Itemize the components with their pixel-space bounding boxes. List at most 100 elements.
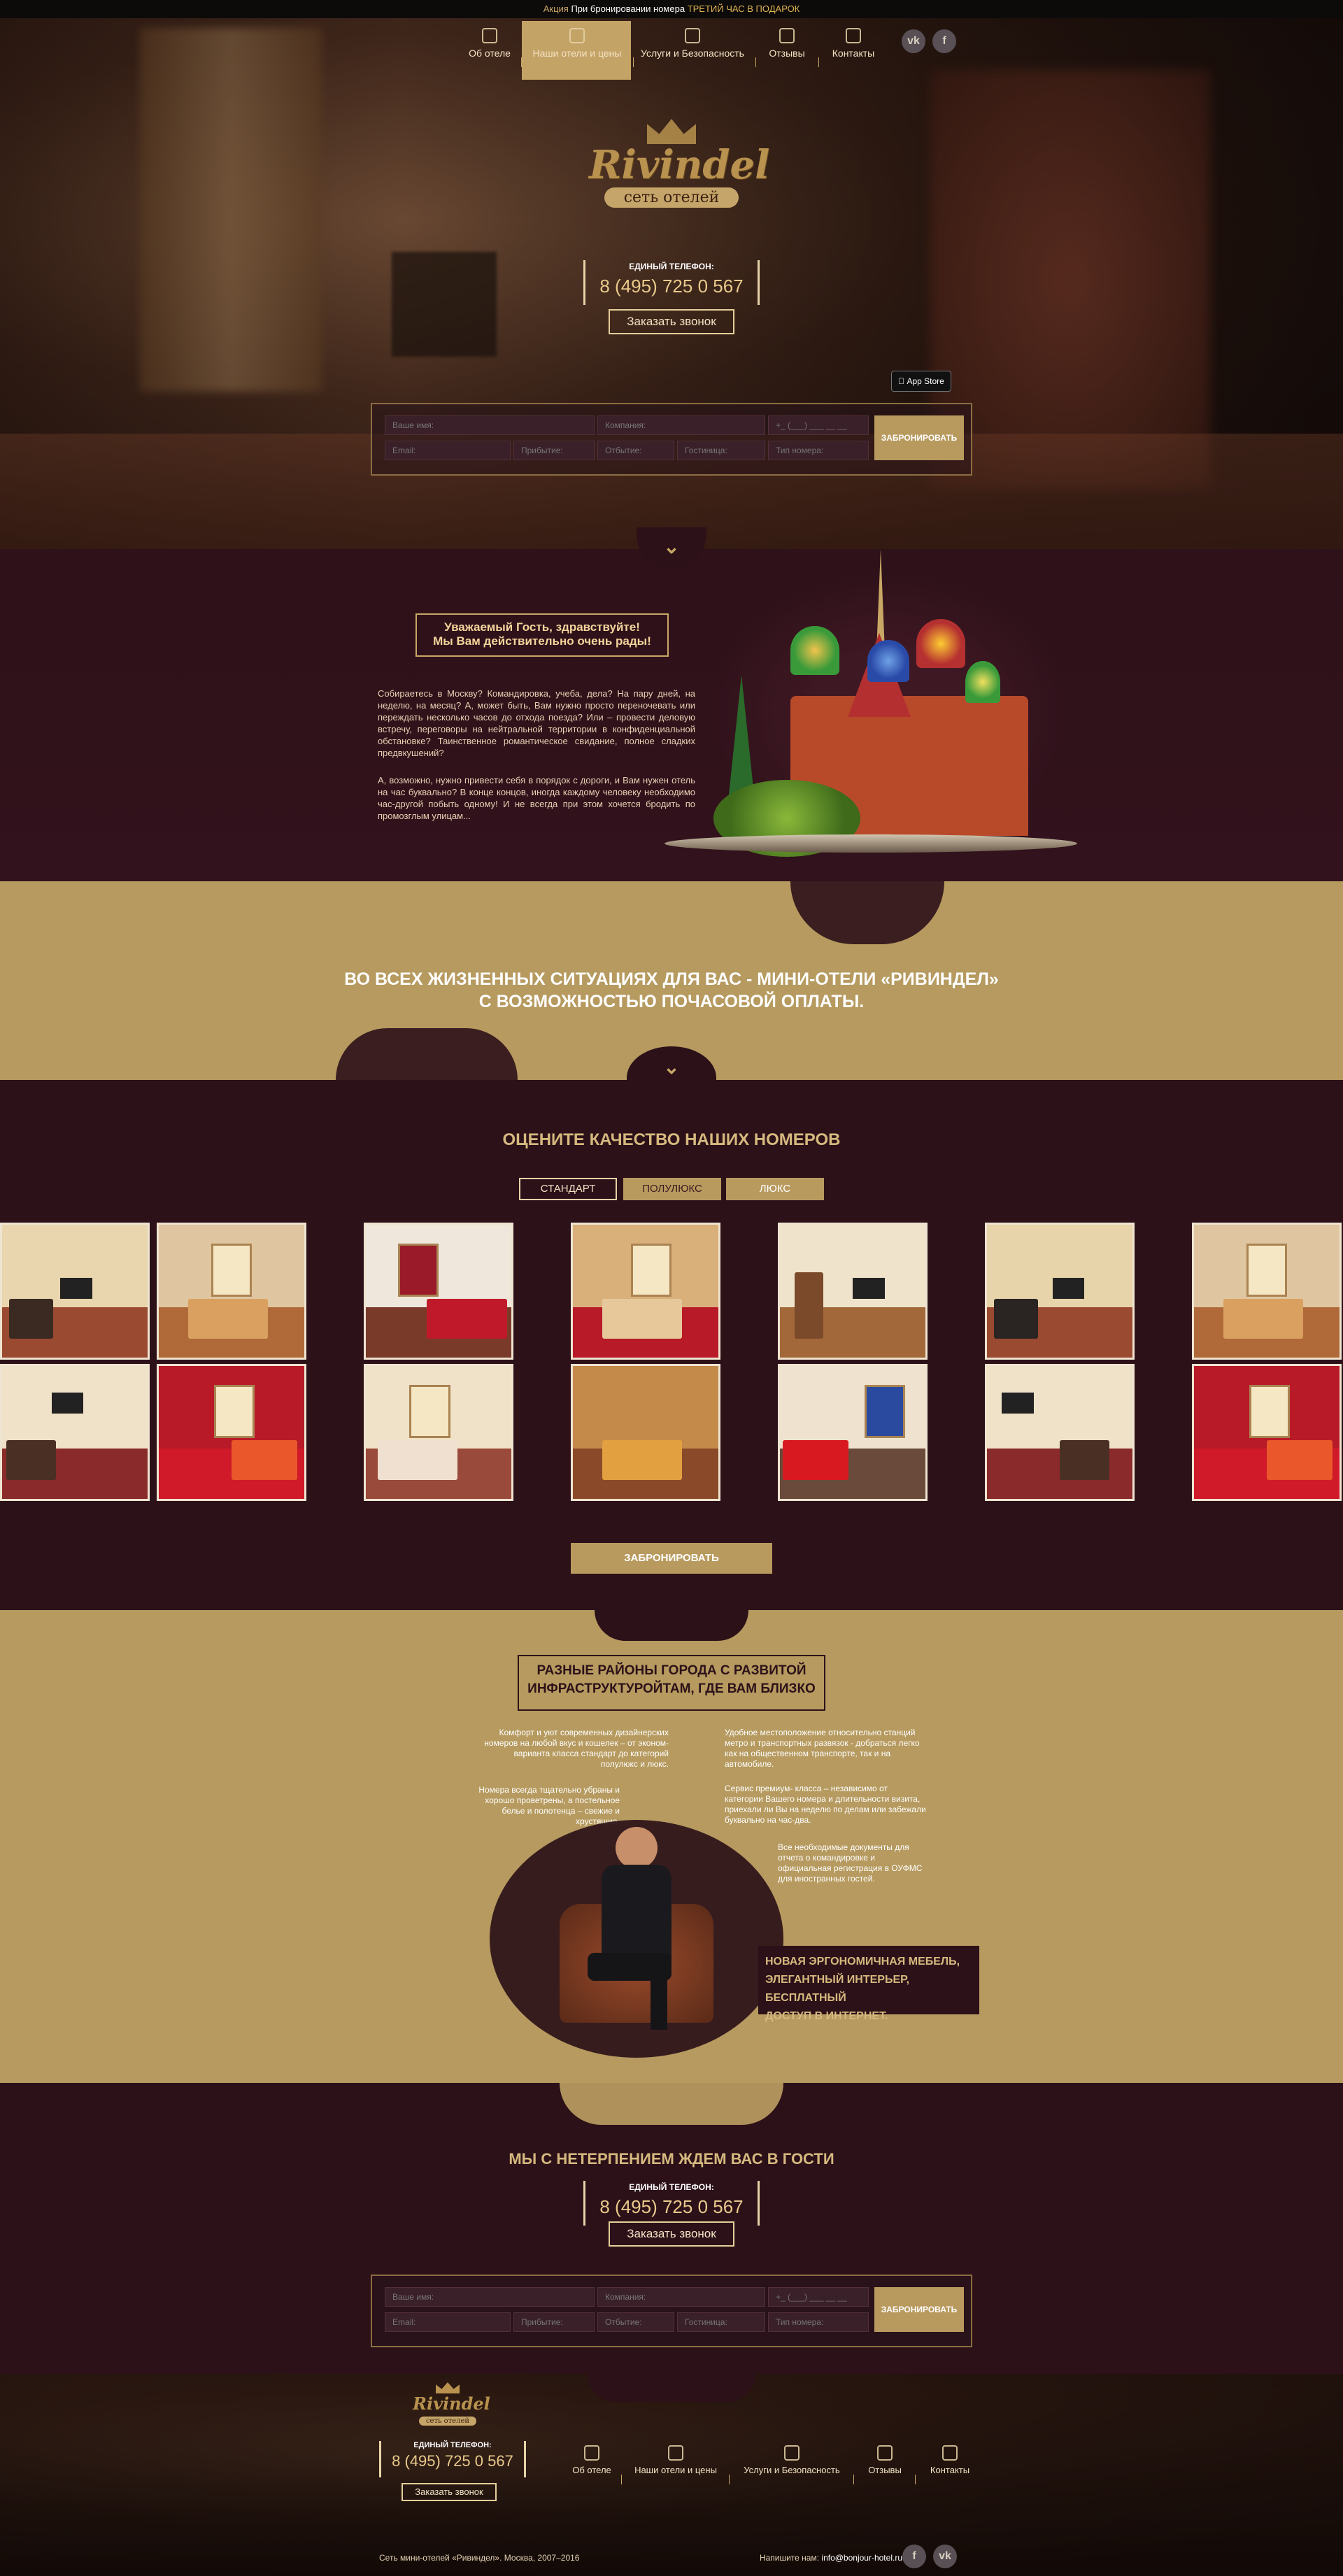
room-photo[interactable] bbox=[571, 1364, 720, 1501]
vk-icon[interactable]: vk bbox=[933, 2545, 957, 2568]
room-photo[interactable] bbox=[364, 1223, 513, 1360]
room-photo[interactable] bbox=[1192, 1364, 1342, 1501]
nav-label: Отзывы bbox=[769, 48, 805, 59]
hotel-select[interactable] bbox=[677, 441, 765, 460]
appstore-badge[interactable]:  App Store bbox=[891, 371, 951, 392]
welcome-para-2: А, возможно, нужно привести себя в поряд… bbox=[378, 775, 695, 821]
tab-standard[interactable]: СТАНДАРТ bbox=[519, 1178, 617, 1200]
company-input[interactable] bbox=[597, 415, 765, 435]
promo-text: При бронировании номера bbox=[571, 3, 685, 14]
phone-block: ЕДИНЫЙ ТЕЛЕФОН: 8 (495) 725 0 567 bbox=[583, 2181, 760, 2226]
districts-right-1: Удобное местоположение относительно стан… bbox=[725, 1728, 920, 1769]
room-photo[interactable] bbox=[985, 1223, 1135, 1360]
email-input[interactable] bbox=[385, 2312, 511, 2332]
home-icon bbox=[482, 28, 497, 43]
depart-input[interactable] bbox=[597, 441, 674, 460]
cathedral-illustration bbox=[665, 549, 1077, 881]
footer-email[interactable]: info@bonjour-hotel.ru bbox=[821, 2553, 902, 2563]
hotel-select[interactable] bbox=[677, 2312, 765, 2332]
rooms-book-button[interactable]: ЗАБРОНИРОВАТЬ bbox=[571, 1543, 772, 1574]
rooms-title: ОЦЕНИТЕ КАЧЕСТВО НАШИХ НОМЕРОВ bbox=[502, 1130, 841, 1149]
nav-item-hotels[interactable]: Наши отели и цены bbox=[525, 28, 630, 59]
room-photo[interactable] bbox=[778, 1364, 928, 1501]
submit-button[interactable]: ЗАБРОНИРОВАТЬ bbox=[874, 2287, 964, 2332]
room-photo[interactable] bbox=[571, 1223, 720, 1360]
nav-separator bbox=[915, 2475, 916, 2484]
phone-number[interactable]: 8 (495) 725 0 567 bbox=[585, 2196, 758, 2218]
footer-nav-contacts[interactable]: Контакты bbox=[922, 2445, 978, 2475]
write-label: Напишите нам: bbox=[759, 2553, 820, 2563]
invite-title: МЫ С НЕТЕРПЕНИЕМ ЖДЕМ ВАС В ГОСТИ bbox=[509, 2150, 834, 2168]
room-photo[interactable] bbox=[0, 1364, 150, 1501]
phone-number[interactable]: 8 (495) 725 0 567 bbox=[381, 2452, 524, 2470]
nav-separator bbox=[521, 57, 522, 67]
logo-sub: сеть отелей bbox=[418, 2417, 477, 2426]
email-input[interactable] bbox=[385, 441, 511, 460]
arrive-input[interactable] bbox=[513, 441, 595, 460]
welcome-title: Уважаемый Гость, здравствуйте! Мы Вам де… bbox=[415, 613, 669, 657]
phone-input[interactable] bbox=[768, 415, 869, 435]
footer-nav-reviews[interactable]: Отзывы bbox=[860, 2445, 909, 2475]
footer-logo[interactable]: Rivindel сеть отелей bbox=[413, 2382, 490, 2431]
districts-title-line1: РАЗНЫЕ РАЙОНЫ ГОРОДА С РАЗВИТОЙ bbox=[537, 1663, 806, 1678]
booking-form: ЗАБРОНИРОВАТЬ bbox=[371, 403, 972, 476]
room-photo[interactable] bbox=[985, 1364, 1135, 1501]
phone-block: ЕДИНЫЙ ТЕЛЕФОН: 8 (495) 725 0 567 bbox=[379, 2441, 526, 2477]
room-photo[interactable] bbox=[157, 1364, 306, 1501]
phone-number[interactable]: 8 (495) 725 0 567 bbox=[585, 276, 758, 297]
nav-item-about[interactable]: Об отеле bbox=[462, 28, 518, 59]
nav-label: Контакты bbox=[930, 2465, 970, 2475]
facebook-icon[interactable]: f bbox=[902, 2545, 926, 2568]
welcome-title-line1: Уважаемый Гость, здравствуйте! bbox=[444, 620, 640, 634]
nav-label: Услуги и Безопасность bbox=[744, 2465, 840, 2475]
tab-semi-lux[interactable]: ПОЛУЛЮКС bbox=[623, 1178, 721, 1200]
depart-input[interactable] bbox=[597, 2312, 674, 2332]
feature-line3: ДОСТУП В ИНТЕРНЕТ. bbox=[765, 2010, 888, 2022]
room-photo[interactable] bbox=[778, 1223, 928, 1360]
rooms-tabs: СТАНДАРТ ПОЛУЛЮКС ЛЮКС bbox=[518, 1178, 825, 1200]
phone-input[interactable] bbox=[768, 2287, 869, 2307]
logo-text: Rivindel bbox=[589, 142, 770, 188]
nav-item-contacts[interactable]: Контакты bbox=[825, 28, 881, 59]
reviews-icon bbox=[779, 28, 795, 43]
nav-separator bbox=[633, 57, 634, 67]
home-icon bbox=[584, 2445, 599, 2461]
room-photo[interactable] bbox=[0, 1223, 150, 1360]
nav-label: Об отеле bbox=[572, 2465, 611, 2475]
nav-item-reviews[interactable]: Отзывы bbox=[762, 28, 811, 59]
districts-right-3: Все необходимые документы для отчета о к… bbox=[778, 1842, 923, 1884]
callback-button[interactable]: Заказать звонок bbox=[609, 2221, 734, 2247]
scroll-down-icon[interactable]: ⌄ bbox=[627, 1046, 716, 1080]
footer-section: Rivindel сеть отелей ЕДИНЫЙ ТЕЛЕФОН: 8 (… bbox=[0, 2374, 1343, 2576]
vk-icon[interactable]: vk bbox=[902, 29, 925, 53]
flourish-decoration bbox=[790, 881, 944, 944]
welcome-title-line2: Мы Вам действительно очень рады! bbox=[433, 634, 651, 648]
logo-text: Rivindel bbox=[413, 2393, 490, 2414]
promo-bar: Акция При бронировании номера ТРЕТИЙ ЧАС… bbox=[0, 0, 1343, 18]
footer-nav-hotels[interactable]: Наши отели и цены bbox=[628, 2445, 723, 2475]
arrive-input[interactable] bbox=[513, 2312, 595, 2332]
roomtype-select[interactable] bbox=[768, 2312, 869, 2332]
room-photo[interactable] bbox=[1192, 1223, 1342, 1360]
footer-nav-services[interactable]: Услуги и Безопасность bbox=[736, 2445, 848, 2475]
hotel-icon bbox=[569, 28, 585, 43]
name-input[interactable] bbox=[385, 2287, 595, 2307]
logo[interactable]: Rivindel сеть отелей bbox=[589, 119, 770, 245]
roomtype-select[interactable] bbox=[768, 441, 869, 460]
submit-button[interactable]: ЗАБРОНИРОВАТЬ bbox=[874, 415, 964, 460]
districts-title: РАЗНЫЕ РАЙОНЫ ГОРОДА С РАЗВИТОЙ ИНФРАСТР… bbox=[518, 1655, 825, 1711]
contacts-icon bbox=[942, 2445, 958, 2461]
room-photo[interactable] bbox=[157, 1223, 306, 1360]
company-input[interactable] bbox=[597, 2287, 765, 2307]
callback-button[interactable]: Заказать звонок bbox=[609, 309, 734, 334]
callback-button[interactable]: Заказать звонок bbox=[402, 2483, 497, 2501]
nav-item-services[interactable]: Услуги и Безопасность bbox=[637, 28, 748, 59]
nav-separator bbox=[755, 57, 756, 67]
tab-lux[interactable]: ЛЮКС bbox=[726, 1178, 824, 1200]
footer-nav-about[interactable]: Об отеле bbox=[565, 2445, 618, 2475]
apple-icon:  bbox=[898, 376, 904, 386]
room-photo[interactable] bbox=[364, 1364, 513, 1501]
facebook-icon[interactable]: f bbox=[932, 29, 956, 53]
name-input[interactable] bbox=[385, 415, 595, 435]
nav-separator bbox=[818, 57, 819, 67]
